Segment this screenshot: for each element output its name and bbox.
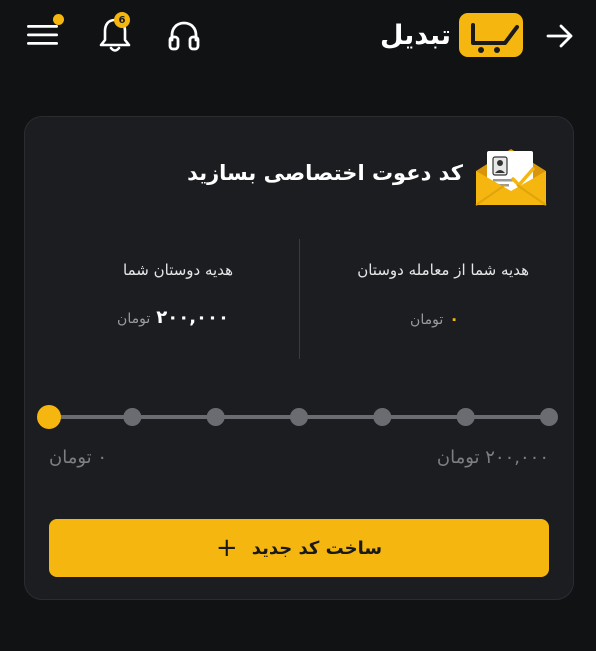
menu-button[interactable] [22, 14, 64, 56]
your-gift-label: هدیه شما از معامله دوستان [357, 261, 529, 279]
progress-step [290, 408, 308, 426]
back-button[interactable] [540, 16, 580, 56]
brand-name: تبدیل [380, 19, 451, 51]
progress-step [206, 408, 225, 426]
brand-logo-icon [459, 13, 523, 57]
envelope-invite-icon [475, 149, 547, 206]
progress-step-active [37, 405, 61, 429]
create-new-code-button[interactable]: ساخت کد جدید + [49, 519, 549, 577]
progress-step [373, 408, 392, 426]
hamburger-menu-icon [27, 25, 58, 45]
progress-step [123, 408, 142, 426]
create-new-code-label: ساخت کد جدید [251, 537, 383, 559]
progress-step [456, 408, 475, 426]
progress-min-label: ۰ تومان [49, 447, 108, 468]
card-title: کد دعوت اختصاصی بسازید [187, 161, 463, 185]
your-gift-unit: تومان [410, 312, 444, 328]
plus-icon: + [215, 533, 238, 563]
friends-gift-unit: تومان [117, 311, 151, 327]
friends-gift-value: ۲۰۰,۰۰۰ تومان [117, 307, 229, 328]
progress-step [540, 408, 558, 426]
menu-notification-dot [53, 14, 64, 25]
top-bar: 6 تبدیل [0, 0, 596, 72]
friends-gift-label: هدیه دوستان شما [123, 261, 233, 279]
headset-icon [168, 21, 200, 51]
stats-divider [299, 239, 300, 359]
friends-gift-amount: ۲۰۰,۰۰۰ [156, 307, 229, 328]
notification-count-badge: 6 [114, 12, 130, 28]
support-button[interactable] [162, 14, 206, 58]
progress-max-label: ۲۰۰,۰۰۰ تومان [436, 447, 549, 468]
invite-code-card: کد دعوت اختصاصی بسازید هدیه شما از معامل… [24, 116, 574, 600]
reward-progress-track [37, 405, 558, 429]
brand: تبدیل [380, 12, 523, 58]
your-gift-value: ۰ تومان [410, 309, 459, 328]
arrow-right-icon [546, 24, 573, 48]
your-gift-amount: ۰ [449, 309, 459, 328]
notifications-button[interactable]: 6 [94, 12, 136, 58]
